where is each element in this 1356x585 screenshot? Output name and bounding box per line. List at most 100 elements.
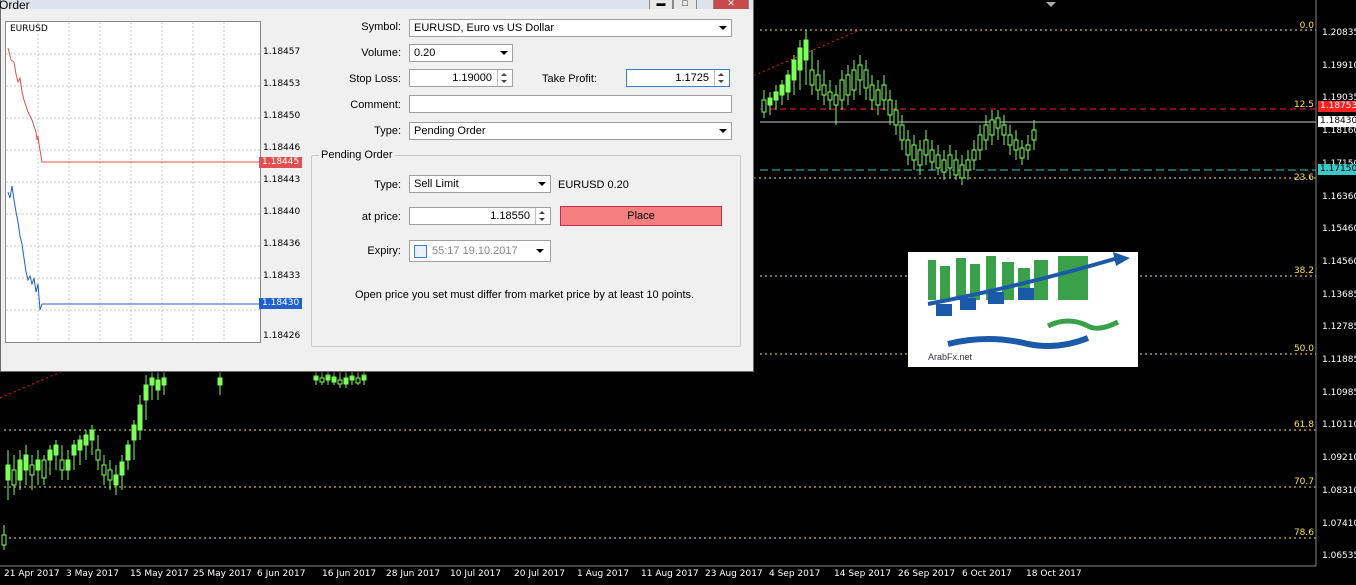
arabfx-logo (908, 252, 1138, 367)
type-label: Type: (374, 125, 401, 137)
take-profit-label: Take Profit: (541, 73, 597, 85)
candle (1025, 144, 1031, 151)
tick-price-label: 1.18433 (263, 271, 301, 281)
date-tick-label: 4 Sep 2017 (769, 569, 821, 579)
candle (125, 444, 131, 461)
candle (47, 449, 53, 461)
candle (905, 139, 911, 156)
arrow-up-icon (718, 73, 724, 76)
take-profit-field[interactable]: 1.1725 (626, 69, 730, 87)
candle (337, 379, 343, 385)
date-tick-label: 6 Jun 2017 (257, 569, 306, 579)
date-tick-label: 14 Sep 2017 (834, 569, 892, 579)
date-tick-label: 10 Jul 2017 (450, 569, 501, 579)
stop-loss-price-box: 1.18753 (1318, 101, 1356, 112)
chevron-down-icon (719, 129, 727, 133)
comment-field[interactable] (409, 95, 732, 113)
candle (887, 99, 893, 116)
fib-label-70.7: 70.7 (1293, 477, 1314, 487)
pending-type-label: Type: (374, 179, 401, 191)
price-tick-label: 1.16360 (1322, 191, 1356, 202)
candle (857, 64, 863, 81)
price-tick-label: 1.13685 (1322, 289, 1356, 300)
date-tick-label: 16 Jun 2017 (322, 569, 377, 579)
candle (989, 119, 995, 136)
order-type-value: Pending Order (414, 125, 486, 137)
candle (29, 464, 35, 476)
candle (917, 149, 923, 166)
stop-loss-field[interactable]: 1.19000 (409, 69, 513, 87)
take-profit-value: 1.1725 (675, 72, 709, 84)
candle (137, 404, 143, 431)
fib-label-78.6: 78.6 (1293, 528, 1314, 538)
bid-price-box-tick: 1.18430 (259, 298, 302, 309)
take-profit-spinner[interactable] (714, 70, 729, 86)
candle (1013, 139, 1019, 151)
tick-price-label: 1.18443 (263, 175, 301, 185)
candle (839, 79, 845, 101)
candle (977, 134, 983, 151)
arrow-up-icon (539, 211, 545, 214)
candle (995, 117, 1001, 129)
tick-price-label: 1.18450 (263, 111, 301, 121)
symbol-select[interactable]: EURUSD, Euro vs US Dollar (409, 19, 732, 37)
candle (23, 454, 29, 471)
candle (1019, 147, 1025, 159)
order-type-select[interactable]: Pending Order (409, 122, 732, 140)
candle (821, 84, 827, 96)
candle (953, 159, 959, 176)
stop-loss-label: Stop Loss: (349, 73, 401, 85)
chevron-down-icon (538, 182, 546, 186)
at-price-spinner[interactable] (535, 208, 550, 224)
logo-url-text: ArabFx.net (928, 352, 973, 362)
arrow-down-icon (718, 80, 724, 83)
candle (785, 74, 791, 93)
tick-price-label: 1.18457 (263, 47, 301, 57)
at-price-field[interactable]: 1.18550 (409, 207, 551, 225)
candle (113, 474, 119, 486)
candle (923, 139, 929, 156)
candle (983, 124, 989, 141)
expiry-checkbox[interactable] (414, 245, 427, 258)
price-tick-label: 1.15460 (1322, 224, 1356, 235)
expiry-value: 55:17 19.10.2017 (432, 245, 518, 257)
pending-order-legend: Pending Order (319, 149, 395, 161)
date-tick-label: 3 May 2017 (66, 569, 119, 579)
candle (325, 374, 331, 381)
candle (863, 69, 869, 89)
dialog-content: EURUSD 1.18457 1.18453 1.18450 1.18446 1.184… (1, 9, 753, 371)
price-tick-label: 1.14560 (1322, 256, 1356, 267)
volume-select[interactable]: 0.20 (409, 44, 513, 62)
title-bar[interactable]: Order ▬ □ ✕ (0, 0, 753, 12)
candle (779, 84, 785, 96)
tick-chart: EURUSD (5, 21, 261, 343)
candle (767, 97, 773, 106)
bid-price-box: 1.18430 (1318, 116, 1356, 127)
date-tick-label: 15 May 2017 (130, 569, 189, 579)
candle (217, 377, 223, 386)
candle (355, 377, 361, 384)
candle (929, 149, 935, 163)
candle (797, 47, 803, 71)
symbol-select-value: EURUSD, Euro vs US Dollar (414, 22, 554, 34)
place-button[interactable]: Place (560, 206, 722, 226)
pending-type-select[interactable]: Sell Limit (409, 175, 551, 193)
candle (53, 444, 59, 456)
ask-tick-line (7, 47, 260, 163)
price-tick-label: 1.10985 (1322, 387, 1356, 398)
expiry-field[interactable]: 55:17 19.10.2017 (409, 240, 551, 262)
candle (809, 69, 815, 86)
price-tick-label: 1.10110 (1322, 420, 1356, 431)
volume-select-value: 0.20 (414, 47, 436, 59)
candle (361, 374, 367, 381)
candle (77, 439, 83, 451)
symbol-label: Symbol: (361, 21, 401, 33)
candle (349, 375, 355, 381)
candle (965, 159, 971, 171)
date-tick-label: 26 Sep 2017 (898, 569, 956, 579)
candle (959, 164, 965, 179)
price-tick-label: 1.08310 (1322, 485, 1356, 496)
price-tick-label: 1.06535 (1322, 551, 1356, 562)
candle (161, 377, 167, 386)
price-notice: Open price you set must differ from mark… (355, 289, 695, 301)
